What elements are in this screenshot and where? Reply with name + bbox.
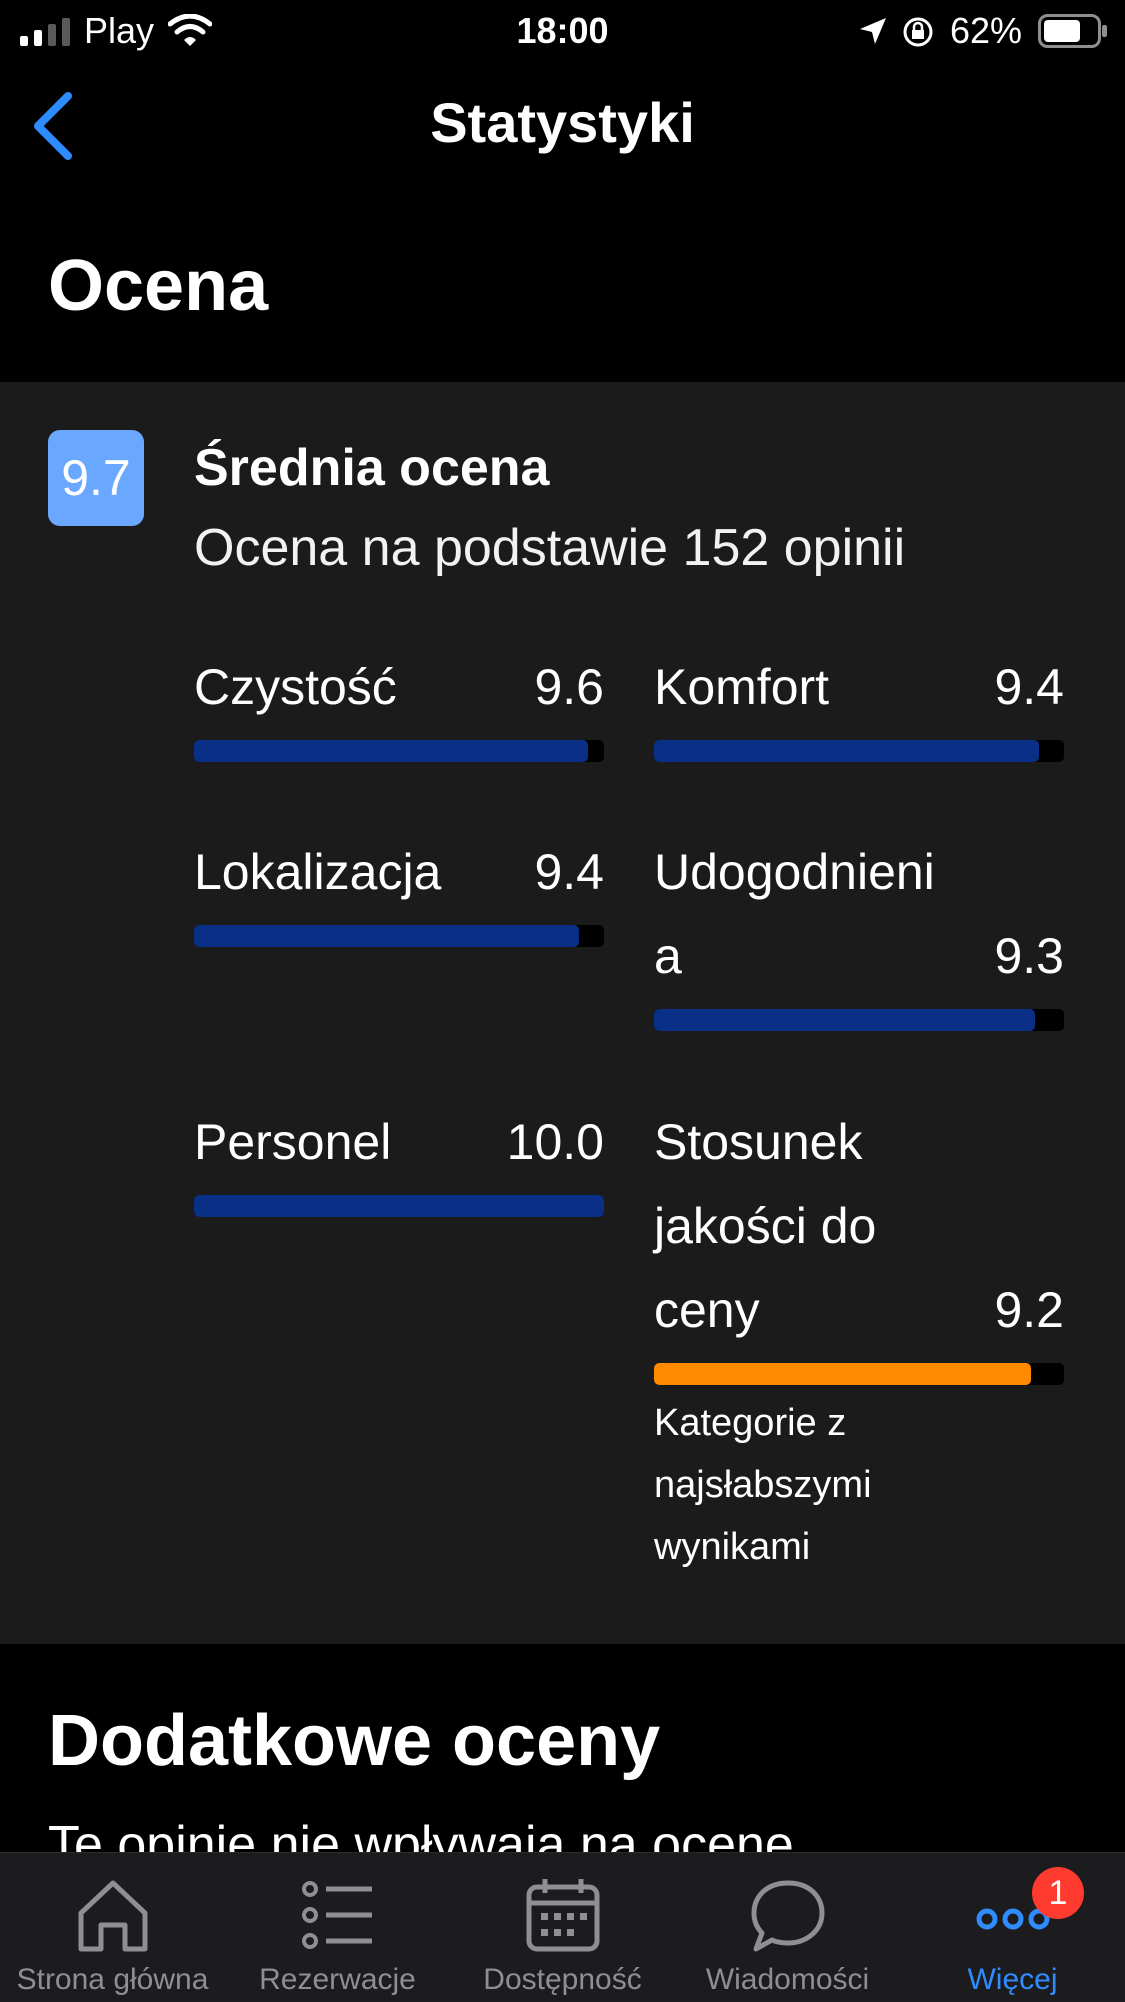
weakest-categories-note: najsłabszymi [654,1464,872,1506]
section-title: Ocena [48,246,269,326]
calendar-icon [526,1879,599,1952]
metric-bar-fill [194,1195,604,1217]
metric-bar-track [194,740,604,762]
metric-value: 9.4 [534,844,604,900]
metric-bar-fill [654,1363,1032,1385]
tab-availability[interactable]: Dostępność [450,1853,675,2002]
metric-value: 9.2 [994,1282,1064,1338]
metric-bar-track [654,1009,1064,1031]
metric-value: 9.3 [994,928,1064,984]
weakest-categories-note: wynikami [654,1526,811,1568]
tab-messages[interactable]: Wiadomości [675,1853,900,2002]
metric-label: jakości do [654,1198,877,1254]
tab-more[interactable]: 1 Więcej [900,1853,1125,2002]
battery-percent: 62% [950,10,1023,51]
metric-bar-fill [654,1009,1036,1031]
location-arrow-icon [860,18,886,44]
additional-ratings-title: Dodatkowe oceny [48,1701,661,1781]
tab-label: Wiadomości [705,1963,870,1996]
metric-bar-fill [194,740,588,762]
weakest-categories-note: Kategorie z [654,1402,847,1444]
average-rating-title: Średnia ocena [194,439,550,497]
tab-home[interactable]: Strona główna [0,1853,225,2002]
metric-bar-fill [194,925,580,947]
metric-bar-track [654,1363,1064,1385]
page-title: Statystyki [430,91,695,154]
tab-label: Strona główna [16,1963,209,1996]
metric-bar-track [654,740,1064,762]
tab-label: Więcej [967,1963,1058,1996]
metric-value: 9.6 [534,659,604,715]
tab-label: Dostępność [483,1963,642,1996]
chat-bubble-icon [751,1880,824,1952]
list-icon [301,1881,372,1949]
metric-value: 9.4 [994,659,1064,715]
metric-bar-track [194,1195,604,1217]
metric-label: Stosunek [654,1114,863,1170]
metric-label: Udogodnieni [654,844,935,900]
tab-reservations[interactable]: Rezerwacje [225,1853,450,2002]
rating-basis-text: Ocena na podstawie 152 opinii [194,519,906,577]
status-bar: Play 18:00 62% [0,0,1125,62]
orientation-lock-icon [903,17,933,47]
metric-bar-track [194,925,604,947]
metric-bar-fill [654,740,1040,762]
tab-label: Rezerwacje [259,1963,416,1996]
metric-value: 10.0 [506,1114,604,1170]
average-score-badge: 9.7 [48,430,144,526]
tab-bar: Strona główna Rezerwacje Dostępność Wiad… [0,1852,1125,2002]
notification-badge: 1 [1032,1867,1084,1919]
navigation-bar: Statystyki [0,62,1125,186]
home-icon [78,1880,147,1952]
battery-icon [1038,14,1107,48]
